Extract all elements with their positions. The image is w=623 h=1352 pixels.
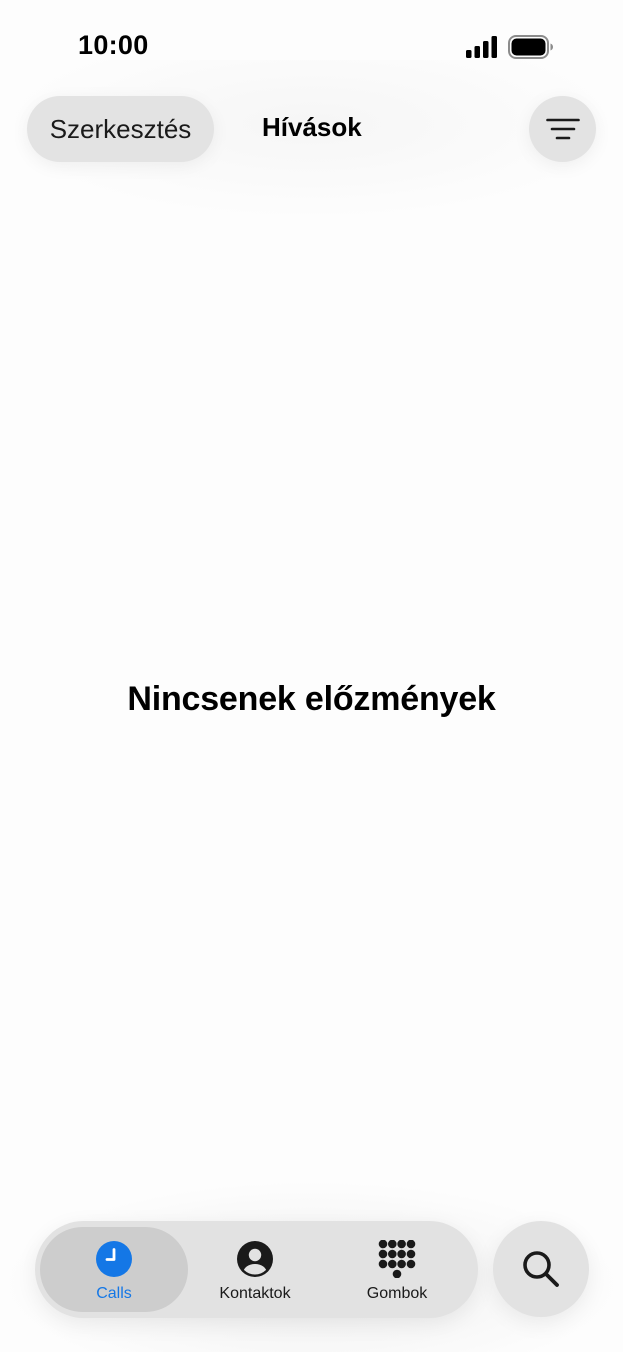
tab-label: Kontaktok: [219, 1285, 291, 1302]
search-button[interactable]: [493, 1221, 589, 1317]
tab-keypad[interactable]: Gombok: [323, 1227, 471, 1312]
battery-icon: [508, 35, 553, 59]
tab-label: Calls: [96, 1285, 132, 1302]
filter-lines-icon: [545, 118, 580, 140]
empty-state-message: Nincsenek előzmények: [127, 680, 496, 718]
tab-contacts[interactable]: Kontaktok: [181, 1227, 329, 1312]
keypad-icon: [378, 1240, 416, 1278]
tab-calls[interactable]: Calls: [40, 1227, 188, 1312]
clock-icon: [96, 1241, 132, 1277]
status-time: 10:00: [78, 30, 149, 60]
tab-bar: Calls Kontaktok Gombok: [35, 1221, 478, 1318]
calls-screen: 10:00 Szerkesztés Hívások Nincsenek előz…: [0, 0, 623, 1352]
person-icon: [237, 1241, 273, 1277]
search-icon: [523, 1251, 559, 1287]
page-title: Hívások: [262, 112, 362, 142]
signal-icon: [466, 36, 497, 58]
edit-button[interactable]: Szerkesztés: [27, 96, 214, 162]
tab-label: Gombok: [366, 1285, 428, 1302]
filter-button[interactable]: [529, 96, 596, 162]
